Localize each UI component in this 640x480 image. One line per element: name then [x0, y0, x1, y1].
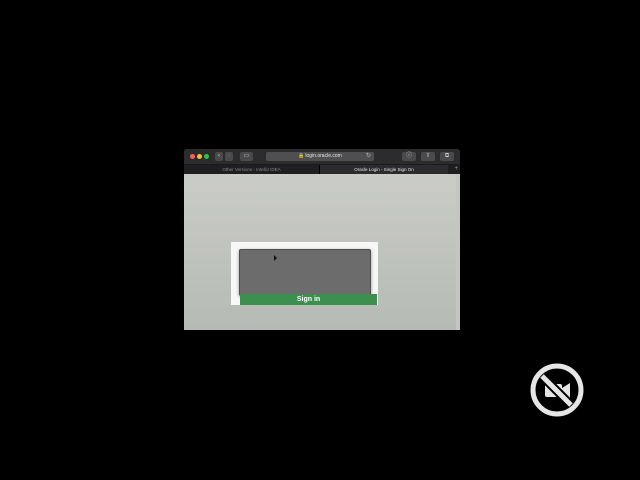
camera-disabled-icon — [529, 362, 585, 418]
minimize-window-button[interactable] — [197, 154, 202, 159]
forward-button[interactable]: › — [225, 152, 233, 161]
lock-icon: 🔒 — [298, 153, 305, 159]
close-window-button[interactable] — [190, 154, 195, 159]
share-icon[interactable]: ⇧ — [421, 152, 435, 161]
tabs-overview-icon[interactable]: ⧉ — [440, 152, 454, 161]
tab-oracle-login[interactable]: Oracle Login - Single Sign On — [320, 165, 448, 174]
page-scrollbar[interactable] — [456, 174, 460, 330]
reload-icon[interactable]: ↻ — [366, 152, 371, 161]
address-text: login.oracle.com — [305, 153, 342, 159]
mouse-cursor — [274, 255, 277, 261]
sidebar-toggle-button[interactable]: ▭ — [240, 152, 253, 161]
browser-toolbar: ‹ › ▭ 🔒login.oracle.com ↻ ⓘ ⇧ ⧉ — [184, 149, 460, 165]
browser-window: ‹ › ▭ 🔒login.oracle.com ↻ ⓘ ⇧ ⧉ Other Ve… — [184, 149, 460, 330]
sign-in-button[interactable]: Sign in — [240, 294, 377, 305]
back-button[interactable]: ‹ — [215, 152, 223, 161]
info-icon[interactable]: ⓘ — [402, 152, 416, 161]
address-bar[interactable]: 🔒login.oracle.com ↻ — [266, 152, 374, 161]
zoom-window-button[interactable] — [204, 154, 209, 159]
new-tab-icon[interactable]: + — [454, 165, 458, 174]
autofill-popup[interactable] — [239, 249, 371, 296]
tab-intellij[interactable]: Other Versions - IntelliJ IDEA — [184, 165, 320, 174]
tab-bar: Other Versions - IntelliJ IDEA Oracle Lo… — [184, 165, 460, 174]
